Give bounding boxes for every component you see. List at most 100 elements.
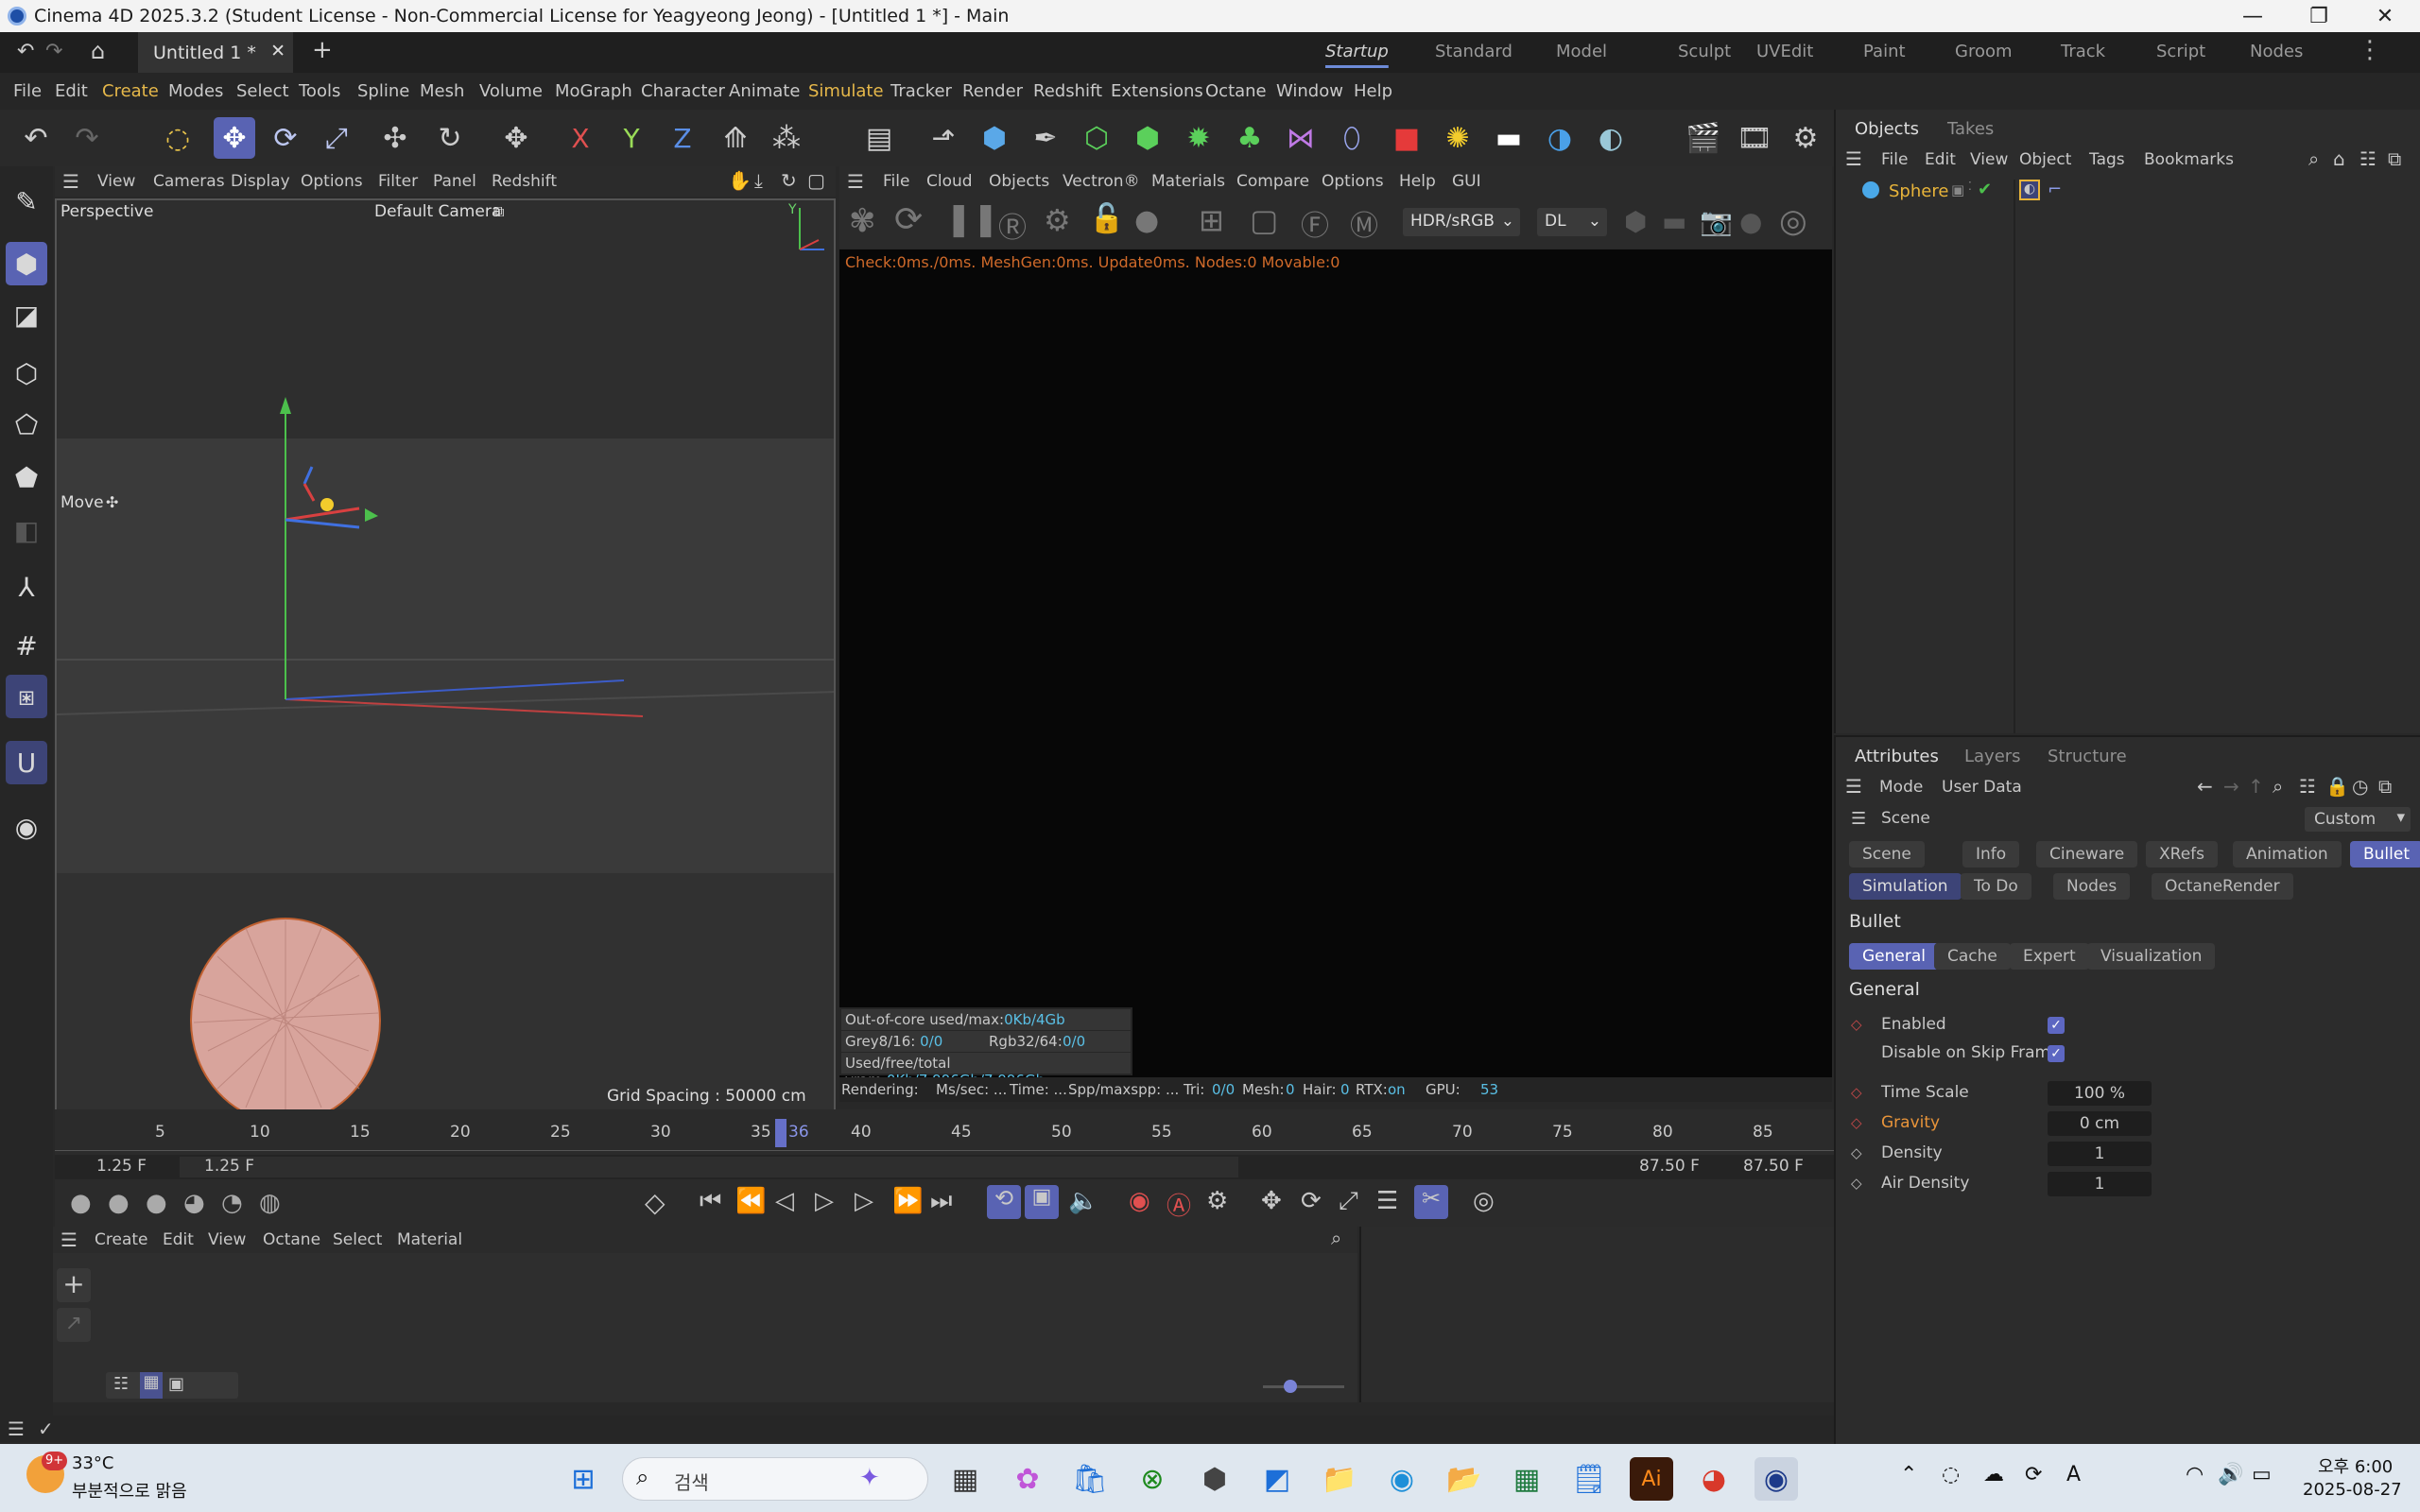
mat-menu-create[interactable]: Create xyxy=(95,1230,148,1249)
layout-track[interactable]: Track xyxy=(2061,42,2105,61)
forward-arrow-icon[interactable]: → xyxy=(2223,775,2239,798)
x-axis-lock-icon[interactable]: X xyxy=(560,117,601,159)
next-frame-icon[interactable]: ▷ xyxy=(855,1187,873,1215)
lock-resolution-icon[interactable]: 🔓 xyxy=(1089,202,1124,235)
mat-menu-material[interactable]: Material xyxy=(397,1230,462,1249)
rv-menu-compare[interactable]: Compare xyxy=(1236,172,1309,191)
document-tab[interactable]: Untitled 1 * ✕ xyxy=(138,32,293,73)
extrude-icon[interactable]: ⬢ xyxy=(1127,117,1168,159)
tab-nodes[interactable]: Nodes xyxy=(2053,873,2131,900)
wifi-icon[interactable]: ◠ xyxy=(2186,1463,2204,1486)
focus-picker-icon[interactable]: Ⓕ xyxy=(1301,202,1329,244)
keyframe-diamond-icon[interactable]: ◇ xyxy=(1851,1114,1862,1131)
excel-icon[interactable]: ▦ xyxy=(1505,1457,1548,1501)
menu-mesh[interactable]: Mesh xyxy=(420,81,464,101)
zoom-slider-handle[interactable] xyxy=(1284,1380,1297,1393)
area-light-icon[interactable]: ▬ xyxy=(1488,117,1530,159)
skip-frame-checkbox[interactable]: ✓ xyxy=(2048,1045,2065,1062)
tab-objects[interactable]: Objects xyxy=(1855,119,1919,139)
scale-key-icon[interactable]: ⤢ xyxy=(1339,1187,1358,1216)
viewport-menu-filter[interactable]: Filter xyxy=(378,172,418,191)
target-icon[interactable]: ◎ xyxy=(1779,202,1807,240)
octane-render-view[interactable]: Check:0ms./0ms. MeshGen:0ms. Update0ms. … xyxy=(839,249,1832,1089)
sphere-shade2-icon[interactable]: ● xyxy=(108,1189,130,1217)
record-icon[interactable]: ◉ xyxy=(1129,1187,1150,1215)
light-icon[interactable]: ✺ xyxy=(1437,117,1478,159)
keyframe-icon[interactable]: ◇ xyxy=(645,1187,666,1218)
enabled-check-icon[interactable]: ✔ xyxy=(1978,180,1992,199)
layout-script[interactable]: Script xyxy=(2156,42,2205,61)
new-window-icon[interactable]: ⧉ xyxy=(2378,775,2392,798)
notepad-icon[interactable]: 🗒 xyxy=(1567,1457,1611,1501)
points-mode-icon[interactable]: ⬡ xyxy=(6,352,47,395)
menu-redshift[interactable]: Redshift xyxy=(1033,81,1102,101)
mat-menu-edit[interactable]: Edit xyxy=(163,1230,194,1249)
octane-environment-icon[interactable]: ◐ xyxy=(1590,117,1632,159)
render-settings-icon[interactable]: ⚙ xyxy=(1785,117,1826,159)
material-picker-icon[interactable]: Ⓜ xyxy=(1350,202,1378,244)
keyframe-diamond-icon[interactable]: ◇ xyxy=(1851,1175,1862,1192)
material-link-icon[interactable]: ↗ xyxy=(57,1308,91,1342)
layer-icon[interactable]: ▣ xyxy=(1951,181,1964,198)
undo-icon[interactable]: ↶ xyxy=(15,117,57,159)
illustrator-icon[interactable]: Ai xyxy=(1630,1457,1673,1501)
object-row-sphere[interactable]: Sphere ▣ ⁚ ✔ ◐ ⌐ xyxy=(1836,178,2420,208)
layout-uvedit[interactable]: UVEdit xyxy=(1756,42,1813,61)
subtab-expert[interactable]: Expert xyxy=(2010,943,2089,970)
more-layouts-icon[interactable]: ⋮ xyxy=(2358,36,2382,64)
file-explorer-icon[interactable]: 📁 xyxy=(1318,1457,1361,1501)
flat-icon[interactable]: ▬ xyxy=(1662,206,1686,237)
layout-startup[interactable]: Startup xyxy=(1325,42,1389,61)
mat-menu-view[interactable]: View xyxy=(208,1230,246,1249)
subtab-visualization[interactable]: Visualization xyxy=(2087,943,2216,970)
gravity-field[interactable]: 0 cm xyxy=(2048,1111,2152,1136)
home-icon[interactable]: ⌂ xyxy=(91,38,105,64)
octane-tag-icon[interactable]: ◐ xyxy=(2019,180,2040,200)
cinema4d-taskbar-icon[interactable]: ◉ xyxy=(1754,1457,1798,1501)
lock-icon[interactable]: 🔒 xyxy=(2325,775,2349,798)
playhead[interactable] xyxy=(775,1119,786,1147)
task-view-icon[interactable]: ▦ xyxy=(943,1457,987,1501)
tray-chevron-icon[interactable]: ⌃ xyxy=(1900,1463,1917,1486)
point-level-key-icon[interactable]: ✂ xyxy=(1414,1185,1448,1219)
filter-icon[interactable]: ☷ xyxy=(2360,147,2377,170)
rv-menu-gui[interactable]: GUI xyxy=(1452,172,1481,191)
tab-simulation[interactable]: Simulation xyxy=(1849,873,1962,900)
menu-select[interactable]: Select xyxy=(236,81,289,101)
menu-tracker[interactable]: Tracker xyxy=(890,81,952,101)
preview-end-field[interactable]: 87.50 F xyxy=(1743,1157,1804,1176)
axis-mode-icon[interactable]: ⅄ xyxy=(6,565,47,609)
go-to-start-icon[interactable]: ⏮ xyxy=(700,1187,721,1216)
live-selection-icon[interactable]: ◌ xyxy=(157,117,199,159)
deformer-icon[interactable]: ⋈ xyxy=(1280,117,1322,159)
viewport-menu-options[interactable]: Options xyxy=(301,172,363,191)
tab-animation[interactable]: Animation xyxy=(2233,841,2342,868)
maximize-icon[interactable]: ❐ xyxy=(2286,0,2352,32)
obj-menu-file[interactable]: File xyxy=(1881,150,1908,169)
rv-menu-objects[interactable]: Objects xyxy=(989,172,1049,191)
pause-render-icon[interactable]: ❚❚ xyxy=(945,200,999,238)
menu-volume[interactable]: Volume xyxy=(479,81,543,101)
layout-model[interactable]: Model xyxy=(1556,42,1607,61)
obj-menu-edit[interactable]: Edit xyxy=(1925,150,1956,169)
preset-select[interactable]: Custom ▾ xyxy=(2305,807,2411,832)
transform-tool-icon[interactable]: ✥ xyxy=(495,117,537,159)
tray-app3-icon[interactable]: ⟳ xyxy=(2025,1463,2042,1486)
position-key-icon[interactable]: ✥ xyxy=(1261,1187,1282,1215)
render-region-icon[interactable]: ▤ xyxy=(858,117,900,159)
range-start-field[interactable]: 1.25 F xyxy=(204,1157,254,1176)
chrome-icon[interactable]: ◕ xyxy=(1692,1457,1736,1501)
solo-icon[interactable]: ◉ xyxy=(6,805,47,849)
tab-octanerender[interactable]: OctaneRender xyxy=(2152,873,2293,900)
back-arrow-icon[interactable]: ← xyxy=(2197,775,2213,798)
preview-range-icon[interactable]: ▣ xyxy=(1025,1185,1059,1219)
make-editable-icon[interactable]: ✎ xyxy=(6,180,47,223)
menu-extensions[interactable]: Extensions xyxy=(1111,81,1203,101)
preview-range-bar[interactable] xyxy=(180,1157,1238,1177)
model-mode-icon[interactable]: ⬢ xyxy=(6,242,47,285)
tab-bullet[interactable]: Bullet xyxy=(2350,841,2420,868)
menu-create[interactable]: Create xyxy=(102,81,159,101)
cloner-icon[interactable]: ✹ xyxy=(1178,117,1219,159)
enabled-checkbox[interactable]: ✓ xyxy=(2048,1017,2065,1034)
perspective-viewport[interactable]: Perspective Default Camera ⧉ Move ✣ Y Gr… xyxy=(55,198,836,1113)
